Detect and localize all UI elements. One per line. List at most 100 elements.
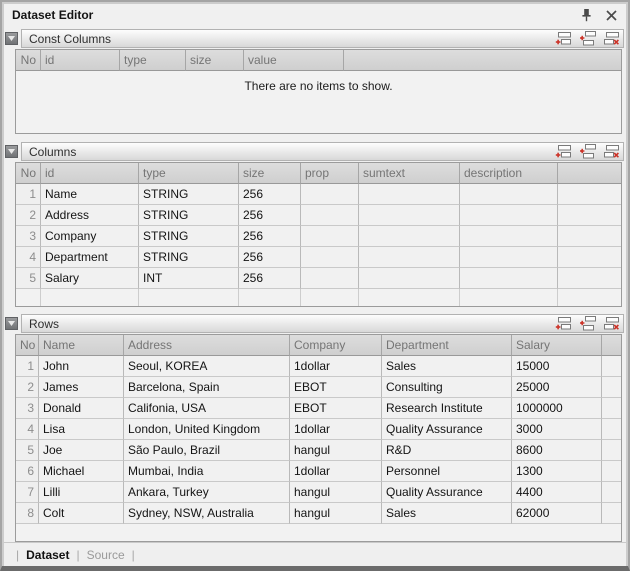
data-cell[interactable]: 256 [239,184,301,205]
data-cell[interactable] [301,226,359,247]
column-header-no[interactable]: No [16,50,41,71]
data-cell[interactable]: 1dollar [290,419,382,440]
data-cell[interactable] [460,205,558,226]
data-cell[interactable]: São Paulo, Brazil [124,440,290,461]
data-cell[interactable]: London, United Kingdom [124,419,290,440]
data-cell[interactable] [460,247,558,268]
delete-row-button[interactable] [602,31,620,47]
delete-row-button[interactable] [602,144,620,160]
column-header-company[interactable]: Company [290,335,382,356]
row-number-cell[interactable]: 1 [16,184,41,205]
data-cell[interactable]: 15000 [512,356,602,377]
data-cell[interactable]: 256 [239,226,301,247]
insert-row-button[interactable] [578,144,596,160]
column-header-id[interactable]: id [41,50,120,71]
row-number-cell[interactable]: 1 [16,356,39,377]
column-header-type[interactable]: type [120,50,186,71]
data-cell[interactable]: INT [139,268,239,289]
data-cell[interactable]: Consulting [382,377,512,398]
data-cell[interactable]: Salary [41,268,139,289]
insert-row-button[interactable] [578,31,596,47]
data-cell[interactable]: STRING [139,205,239,226]
section-header-bar[interactable]: Rows [21,314,624,333]
column-header-no[interactable]: No [16,163,41,184]
data-cell[interactable]: 256 [239,205,301,226]
data-cell[interactable]: Personnel [382,461,512,482]
row-number-cell[interactable]: 4 [16,247,41,268]
data-cell[interactable]: Ankara, Turkey [124,482,290,503]
row-number-cell[interactable]: 2 [16,377,39,398]
data-cell[interactable]: Quality Assurance [382,482,512,503]
data-cell[interactable] [301,247,359,268]
data-cell[interactable] [359,247,460,268]
data-cell[interactable] [460,268,558,289]
data-cell[interactable]: Seoul, KOREA [124,356,290,377]
data-cell[interactable]: Califonia, USA [124,398,290,419]
column-header-no[interactable]: No [16,335,39,356]
data-cell[interactable]: Sales [382,503,512,524]
collapse-section-icon[interactable] [5,32,18,45]
tab-dataset[interactable]: Dataset [26,548,69,562]
row-number-cell[interactable]: 3 [16,226,41,247]
collapse-section-icon[interactable] [5,317,18,330]
data-cell[interactable]: Colt [39,503,124,524]
column-header-value[interactable]: value [244,50,344,71]
data-cell[interactable]: Lisa [39,419,124,440]
data-cell[interactable]: 256 [239,247,301,268]
close-icon[interactable] [603,7,619,23]
row-number-cell[interactable]: 8 [16,503,39,524]
data-cell[interactable]: 4400 [512,482,602,503]
add-row-button[interactable] [554,316,572,332]
data-cell[interactable]: hangul [290,440,382,461]
data-cell[interactable]: Address [41,205,139,226]
column-header-salary[interactable]: Salary [512,335,602,356]
data-cell[interactable]: 8600 [512,440,602,461]
data-cell[interactable]: Lilli [39,482,124,503]
data-cell[interactable]: Quality Assurance [382,419,512,440]
row-number-cell[interactable]: 6 [16,461,39,482]
delete-row-button[interactable] [602,316,620,332]
data-cell[interactable]: Sales [382,356,512,377]
column-header-address[interactable]: Address [124,335,290,356]
data-cell[interactable]: 1300 [512,461,602,482]
data-cell[interactable]: Barcelona, Spain [124,377,290,398]
section-header-bar[interactable]: Columns [21,142,624,161]
data-cell[interactable]: Donald [39,398,124,419]
tab-source[interactable]: Source [87,548,125,562]
pin-icon[interactable] [578,7,594,23]
data-cell[interactable]: EBOT [290,377,382,398]
data-cell[interactable]: 3000 [512,419,602,440]
data-cell[interactable]: EBOT [290,398,382,419]
column-header-size[interactable]: size [239,163,301,184]
row-number-cell[interactable]: 4 [16,419,39,440]
column-header-description[interactable]: description [460,163,558,184]
data-cell[interactable]: Joe [39,440,124,461]
add-row-button[interactable] [554,31,572,47]
data-cell[interactable]: Department [41,247,139,268]
collapse-section-icon[interactable] [5,145,18,158]
column-header-sumtext[interactable]: sumtext [359,163,460,184]
row-number-cell[interactable]: 7 [16,482,39,503]
column-header-size[interactable]: size [186,50,244,71]
data-cell[interactable]: John [39,356,124,377]
add-row-button[interactable] [554,144,572,160]
data-cell[interactable]: James [39,377,124,398]
data-cell[interactable]: 62000 [512,503,602,524]
data-cell[interactable]: R&D [382,440,512,461]
insert-row-button[interactable] [578,316,596,332]
data-cell[interactable] [359,205,460,226]
data-cell[interactable]: 1000000 [512,398,602,419]
data-cell[interactable] [359,226,460,247]
data-cell[interactable]: 1dollar [290,356,382,377]
data-cell[interactable]: hangul [290,482,382,503]
data-cell[interactable]: STRING [139,226,239,247]
data-cell[interactable]: STRING [139,184,239,205]
data-cell[interactable] [301,184,359,205]
data-cell[interactable] [301,205,359,226]
data-cell[interactable] [460,184,558,205]
data-cell[interactable]: Michael [39,461,124,482]
data-cell[interactable]: 25000 [512,377,602,398]
data-cell[interactable]: Name [41,184,139,205]
data-cell[interactable] [301,268,359,289]
data-cell[interactable]: 1dollar [290,461,382,482]
